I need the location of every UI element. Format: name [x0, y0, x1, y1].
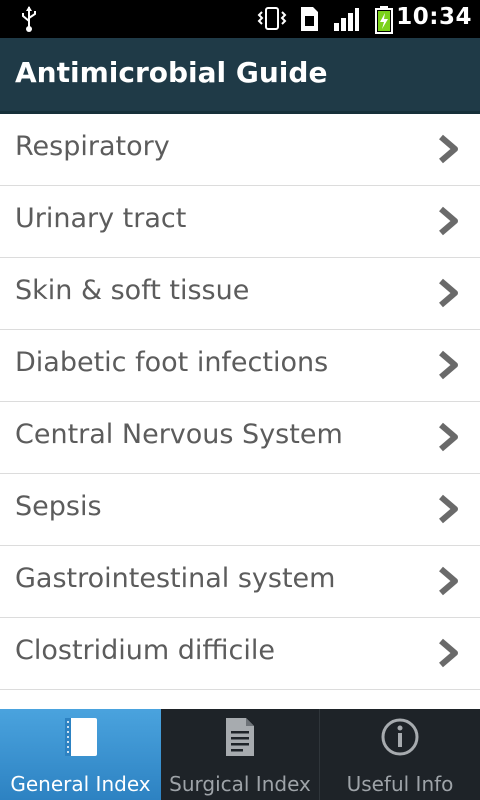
- chevron-right-icon: [439, 422, 458, 452]
- chevron-right-icon: [439, 134, 458, 164]
- usb-icon: [22, 6, 36, 32]
- vibrate-icon: [257, 7, 287, 30]
- tab-general-index[interactable]: General Index: [0, 709, 161, 800]
- list-item-label: Urinary tract: [15, 203, 187, 234]
- tab-label: Useful Info: [346, 772, 454, 796]
- chevron-right-icon: [439, 278, 458, 308]
- signal-icon: [334, 8, 359, 31]
- category-list: Respiratory Urinary tract Skin & soft ti…: [0, 114, 480, 710]
- battery-charging-icon: [375, 6, 393, 34]
- tab-surgical-index[interactable]: Surgical Index: [161, 709, 320, 800]
- list-item-label: Respiratory: [15, 131, 170, 162]
- bottom-tab-bar: General Index Surgical Index Useful Info: [0, 709, 480, 800]
- list-item-label: Sepsis: [15, 491, 102, 522]
- sim-icon: [301, 7, 318, 31]
- chevron-right-icon: [439, 494, 458, 524]
- list-item-clostridium[interactable]: Clostridium difficile: [0, 618, 480, 690]
- book-icon: [64, 718, 97, 756]
- list-item-label: Diabetic foot infections: [15, 347, 329, 378]
- status-bar: 10:34: [0, 0, 480, 38]
- list-item-diabetic-foot[interactable]: Diabetic foot infections: [0, 330, 480, 402]
- info-icon: [381, 718, 419, 756]
- list-item-skin-soft-tissue[interactable]: Skin & soft tissue: [0, 258, 480, 330]
- chevron-right-icon: [439, 638, 458, 668]
- tab-label: Surgical Index: [169, 772, 311, 796]
- chevron-right-icon: [439, 206, 458, 236]
- app-header: Antimicrobial Guide: [0, 38, 480, 114]
- list-item-label: Clostridium difficile: [15, 635, 275, 666]
- list-item-gastrointestinal[interactable]: Gastrointestinal system: [0, 546, 480, 618]
- document-icon: [226, 718, 254, 756]
- list-item-cns[interactable]: Central Nervous System: [0, 402, 480, 474]
- chevron-right-icon: [439, 566, 458, 596]
- tab-useful-info[interactable]: Useful Info: [320, 709, 480, 800]
- list-item-urinary-tract[interactable]: Urinary tract: [0, 186, 480, 258]
- list-item-label: Gastrointestinal system: [15, 563, 336, 594]
- status-time: 10:34: [396, 4, 472, 30]
- list-item-label: Skin & soft tissue: [15, 275, 250, 306]
- list-item-label: Central Nervous System: [15, 419, 343, 450]
- chevron-right-icon: [439, 350, 458, 380]
- list-item-sepsis[interactable]: Sepsis: [0, 474, 480, 546]
- list-item-respiratory[interactable]: Respiratory: [0, 114, 480, 186]
- page-title: Antimicrobial Guide: [15, 56, 328, 89]
- tab-label: General Index: [10, 772, 151, 796]
